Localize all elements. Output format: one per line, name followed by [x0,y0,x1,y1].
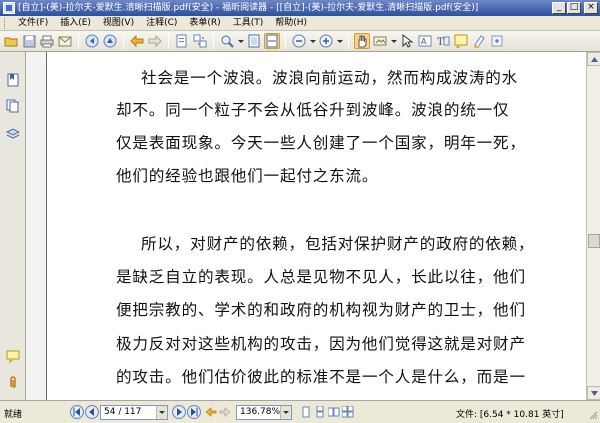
status-bar: 就绪 54 / 117 136.78% 文件: [6.54 * 10.81 英寸… [0,400,600,423]
svg-text:A: A [421,37,427,46]
text-line: 的攻击。他们估价彼此的标准不是一个人是什么，而是一 [116,368,526,386]
first-page-icon[interactable] [84,33,100,49]
single-page-icon[interactable] [174,33,190,49]
zoom-in-dropdown[interactable] [336,33,343,49]
continuous-page-icon[interactable] [192,33,208,49]
email-icon[interactable] [57,33,73,49]
maximize-button[interactable]: □ [567,2,581,14]
first-page-button[interactable] [70,405,84,419]
window-title: [自立]-(美)-拉尔夫-爱默生.清晰扫描版.pdf(安全) - 福昕阅读器 -… [18,3,479,13]
select-icon[interactable] [399,33,415,49]
highlight-icon[interactable] [471,33,487,49]
single-page-view-icon[interactable] [300,406,312,418]
zoom-value: 136.78% [240,407,281,417]
text-line: 仅是表面现象。今天一些人创建了一个国家，明年一死， [116,134,526,152]
text-line: 他们的经验也跟他们一起付之东流。 [116,167,379,185]
attachment-icon[interactable] [5,374,21,390]
title-bar: [自立]-(美)-拉尔夫-爱默生.清晰扫描版.pdf(安全) - 福昕阅读器 -… [0,0,600,16]
page-dropdown[interactable] [156,406,167,419]
snapshot-icon[interactable] [372,33,388,49]
last-page-button[interactable] [187,405,201,419]
text-line: 极力反对对这些机构的攻击，因为他们觉得这就是对财产 [116,335,526,353]
text-line: 社会是一个波浪。波浪向前运动，然而构成波涛的水 [141,69,519,87]
next-page-button[interactable] [172,405,186,419]
continuous-view-icon[interactable] [314,405,326,418]
text-line: 却不。同一个粒子不会从低谷升到波峰。波浪的统一仅 [116,101,510,119]
zoom-dropdown[interactable] [237,33,244,49]
resize-grip-icon[interactable] [589,411,598,420]
bookmarks-icon[interactable] [5,72,21,88]
menu-file[interactable]: 文件(F) [12,16,54,31]
text-line: 是缺乏自立的表现。人总是见物不见人，长此以往，他们 [116,268,526,286]
print-icon[interactable] [39,33,55,49]
toolbar-separator [168,33,169,49]
typewriter-icon[interactable]: T [435,33,451,49]
back-icon[interactable] [129,33,145,49]
hand-tool-icon[interactable] [354,33,370,49]
zoom-field[interactable]: 136.78% [236,405,292,420]
facing-view-icon[interactable] [327,406,340,418]
menu-view[interactable]: 视图(V) [97,16,140,31]
zoom-in-icon[interactable] [318,33,334,49]
main-toolbar: A T [0,31,600,52]
left-panel-strip [0,52,26,400]
page-number-value: 54 / 117 [104,407,142,417]
toolbar-separator [78,33,79,49]
toolbar-separator [123,33,124,49]
zoom-icon[interactable] [219,33,235,49]
app-icon [3,2,15,14]
svg-text:T: T [437,37,444,48]
previous-page-button[interactable] [85,405,99,419]
menu-grip [4,17,7,29]
menu-comment[interactable]: 注释(C) [140,16,183,31]
menu-bar: 文件(F) 插入(E) 视图(V) 注释(C) 表单(R) 工具(T) 帮助(H… [0,16,600,31]
scroll-up-button[interactable] [587,52,600,66]
text-line: 所以，对财产的依赖，包括对保护财产的政府的依赖， [141,235,535,253]
toolbar-separator [213,33,214,49]
scroll-thumb[interactable] [588,234,600,248]
close-button[interactable]: × [584,2,598,14]
vertical-scrollbar[interactable] [586,52,600,400]
minimize-button[interactable]: _ [552,2,566,14]
fit-page-icon[interactable] [246,33,262,49]
comments-icon[interactable] [5,348,21,364]
fit-width-icon[interactable] [264,33,280,49]
previous-page-icon[interactable] [102,33,118,49]
note-icon[interactable] [453,33,469,49]
menu-tools[interactable]: 工具(T) [227,16,270,31]
go-forward-icon[interactable] [219,406,231,418]
menu-form[interactable]: 表单(R) [183,16,226,31]
forward-icon[interactable] [147,33,163,49]
status-text: 就绪 [4,410,23,420]
menu-help[interactable]: 帮助(H) [269,16,313,31]
text-select-icon[interactable]: A [417,33,433,49]
more-icon[interactable] [489,33,505,49]
continuous-facing-view-icon[interactable] [341,405,354,418]
text-line: 便把宗教的、学术的和政府的机构视为财产的卫士，他们 [116,301,526,319]
zoom-out-icon[interactable] [291,33,307,49]
layers-icon[interactable] [5,126,21,142]
menu-insert[interactable]: 插入(E) [54,16,97,31]
open-folder-icon[interactable] [3,33,19,49]
pages-icon[interactable] [5,98,21,114]
zoom-level-dropdown[interactable] [280,406,291,419]
page-number-field[interactable]: 54 / 117 [100,405,168,420]
toolbar-separator [285,33,286,49]
go-back-icon[interactable] [205,406,217,418]
scroll-down-button[interactable] [587,386,600,400]
save-icon[interactable] [21,33,37,49]
document-view[interactable]: 社会是一个波浪。波浪向前运动，然而构成波涛的水 却不。同一个粒子不会从低谷升到波… [26,52,586,400]
toolbar-separator [348,33,349,49]
snapshot-dropdown[interactable] [390,33,397,49]
zoom-out-dropdown[interactable] [309,33,316,49]
pdf-page: 社会是一个波浪。波浪向前运动，然而构成波涛的水 却不。同一个粒子不会从低谷升到波… [46,52,586,400]
document-size: 文件: [6.54 * 10.81 英寸] [456,410,564,420]
